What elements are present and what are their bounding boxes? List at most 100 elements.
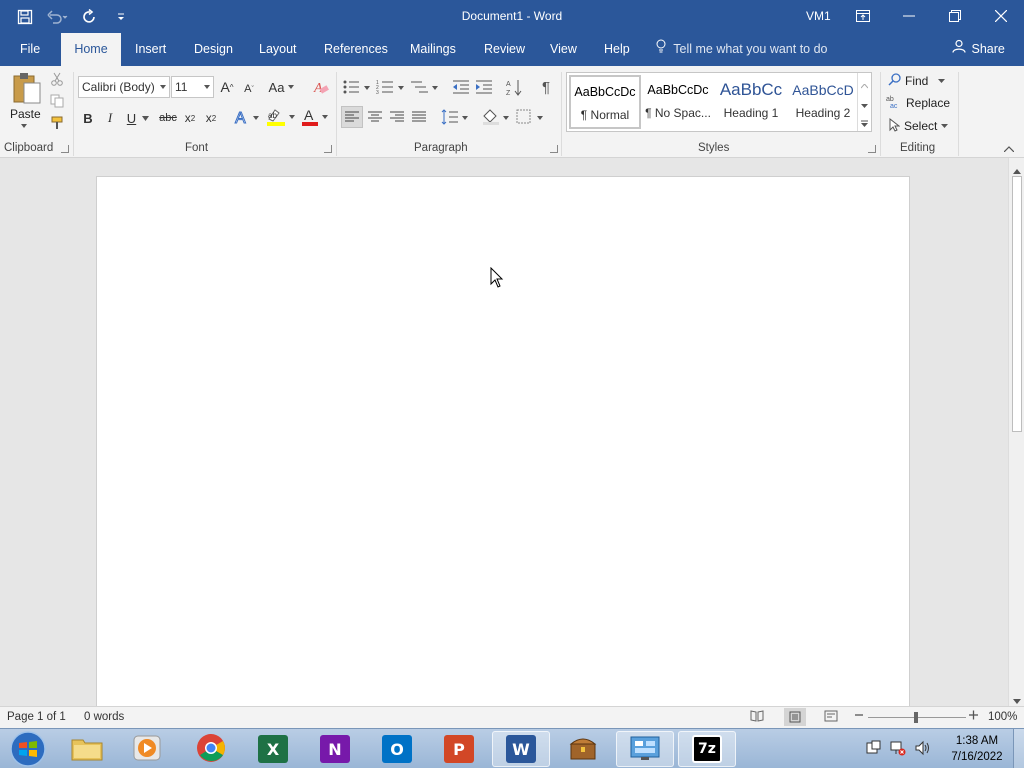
shading-icon[interactable]: [480, 106, 512, 128]
tab-design[interactable]: Design: [182, 33, 245, 66]
vertical-scrollbar[interactable]: [1008, 158, 1024, 706]
font-launcher-icon[interactable]: [324, 145, 332, 153]
multilevel-list-icon[interactable]: [410, 76, 440, 98]
more-styles-icon[interactable]: [861, 117, 868, 131]
font-name-dropdown[interactable]: Calibri (Body): [78, 76, 170, 98]
tab-mailings[interactable]: Mailings: [398, 33, 468, 66]
close-icon[interactable]: [978, 0, 1024, 31]
align-right-icon[interactable]: [386, 106, 408, 128]
align-left-icon[interactable]: [341, 106, 363, 128]
taskbar-file-explorer[interactable]: [58, 731, 116, 767]
taskbar-excel[interactable]: X: [244, 731, 302, 767]
network-icon[interactable]: [890, 740, 906, 759]
styles-launcher-icon[interactable]: [868, 145, 876, 153]
change-case-button[interactable]: Aa: [266, 77, 298, 97]
scrollbar-thumb[interactable]: [1012, 176, 1022, 432]
system-clock[interactable]: 1:38 AM 7/16/2022: [946, 733, 1008, 765]
collapse-ribbon-icon[interactable]: [1003, 144, 1015, 154]
volume-icon[interactable]: [914, 740, 932, 759]
bold-icon[interactable]: B: [80, 108, 96, 128]
ribbon-display-options-icon[interactable]: [840, 0, 886, 31]
tab-home[interactable]: Home: [61, 33, 121, 66]
tab-view[interactable]: View: [538, 33, 589, 66]
document-page[interactable]: [96, 176, 910, 716]
justify-icon[interactable]: [408, 106, 430, 128]
action-center-icon[interactable]: [866, 740, 882, 759]
clear-formatting-icon[interactable]: A: [310, 76, 332, 98]
restore-icon[interactable]: [932, 0, 978, 31]
tab-layout[interactable]: Layout: [247, 33, 309, 66]
read-mode-icon[interactable]: [750, 710, 764, 725]
word-count[interactable]: 0 words: [84, 711, 124, 723]
taskbar-onenote[interactable]: N: [306, 731, 364, 767]
select-button[interactable]: Select: [888, 117, 949, 135]
style-no-spacing[interactable]: AaBbCcDc ¶ No Spac...: [642, 75, 714, 129]
taskbar-7zip[interactable]: 7z: [678, 731, 736, 767]
tell-me-search[interactable]: Tell me what you want to do: [656, 33, 828, 66]
taskbar-outlook[interactable]: O: [368, 731, 426, 767]
tab-references[interactable]: References: [312, 33, 400, 66]
replace-label: Replace: [906, 96, 951, 110]
text-effects-icon[interactable]: A: [232, 106, 262, 128]
align-center-icon[interactable]: [364, 106, 386, 128]
superscript-icon[interactable]: x2: [202, 108, 220, 128]
taskbar-app-chest[interactable]: [554, 731, 612, 767]
style-heading-2[interactable]: AaBbCcD Heading 2: [787, 75, 859, 129]
font-color-icon[interactable]: A: [299, 106, 331, 128]
subscript-icon[interactable]: x2: [181, 108, 199, 128]
italic-icon[interactable]: I: [102, 108, 118, 128]
bullets-icon[interactable]: [342, 76, 372, 98]
web-layout-icon[interactable]: [824, 710, 838, 725]
user-name[interactable]: VM1: [806, 9, 831, 23]
share-button[interactable]: Share: [952, 33, 1005, 66]
sort-icon[interactable]: AZ: [504, 76, 526, 98]
highlight-color-icon[interactable]: ab: [264, 106, 298, 128]
clipboard-launcher-icon[interactable]: [61, 145, 69, 153]
tab-insert[interactable]: Insert: [123, 33, 178, 66]
font-name-value: Calibri (Body): [82, 80, 155, 94]
style-heading-1[interactable]: AaBbCc Heading 1: [715, 75, 787, 129]
borders-icon[interactable]: [514, 106, 546, 128]
shrink-font-icon[interactable]: Aˇ: [240, 79, 258, 99]
taskbar-powerpoint[interactable]: P: [430, 731, 488, 767]
taskbar-chrome[interactable]: [182, 731, 240, 767]
show-formatting-marks-icon[interactable]: ¶: [536, 76, 556, 98]
zoom-level[interactable]: 100%: [988, 711, 1017, 723]
tab-help[interactable]: Help: [592, 33, 642, 66]
paragraph-launcher-icon[interactable]: [550, 145, 558, 153]
paste-icon[interactable]: [8, 70, 44, 108]
cut-icon[interactable]: [48, 70, 66, 88]
tab-review[interactable]: Review: [472, 33, 537, 66]
scroll-down-icon[interactable]: [861, 98, 868, 112]
grow-font-icon[interactable]: A ^: [218, 77, 236, 97]
style-normal[interactable]: AaBbCcDc ¶ Normal: [569, 75, 641, 129]
zoom-slider-thumb[interactable]: [914, 712, 918, 723]
increase-indent-icon[interactable]: [474, 76, 494, 98]
find-button[interactable]: Find: [888, 72, 946, 90]
format-painter-icon[interactable]: [48, 114, 66, 132]
replace-button[interactable]: ab ac Replace: [886, 94, 950, 112]
scroll-up-icon[interactable]: [860, 78, 869, 92]
numbering-icon[interactable]: 123: [376, 76, 406, 98]
underline-icon[interactable]: U: [124, 108, 152, 128]
tab-file[interactable]: File: [8, 33, 52, 66]
font-size-dropdown[interactable]: 11: [171, 76, 214, 98]
strikethrough-icon[interactable]: abc: [157, 108, 179, 128]
page-count[interactable]: Page 1 of 1: [7, 711, 66, 723]
copy-icon[interactable]: [48, 92, 66, 110]
zoom-in-icon[interactable]: [969, 709, 978, 724]
taskbar-control-panel[interactable]: [616, 731, 674, 767]
paste-label[interactable]: Paste: [10, 107, 41, 121]
minimize-icon[interactable]: [886, 0, 932, 31]
scroll-up-arrow-icon[interactable]: [1013, 163, 1021, 177]
scroll-down-arrow-icon[interactable]: [1013, 693, 1021, 707]
show-desktop-button[interactable]: [1013, 729, 1024, 768]
line-spacing-icon[interactable]: [440, 106, 470, 128]
print-layout-icon[interactable]: [784, 708, 806, 726]
decrease-indent-icon[interactable]: [451, 76, 471, 98]
paste-dropdown-icon[interactable]: [20, 123, 28, 129]
start-button[interactable]: [0, 731, 56, 767]
taskbar-word[interactable]: W: [492, 731, 550, 767]
taskbar-media-player[interactable]: [118, 731, 176, 767]
zoom-out-icon[interactable]: [855, 709, 863, 724]
